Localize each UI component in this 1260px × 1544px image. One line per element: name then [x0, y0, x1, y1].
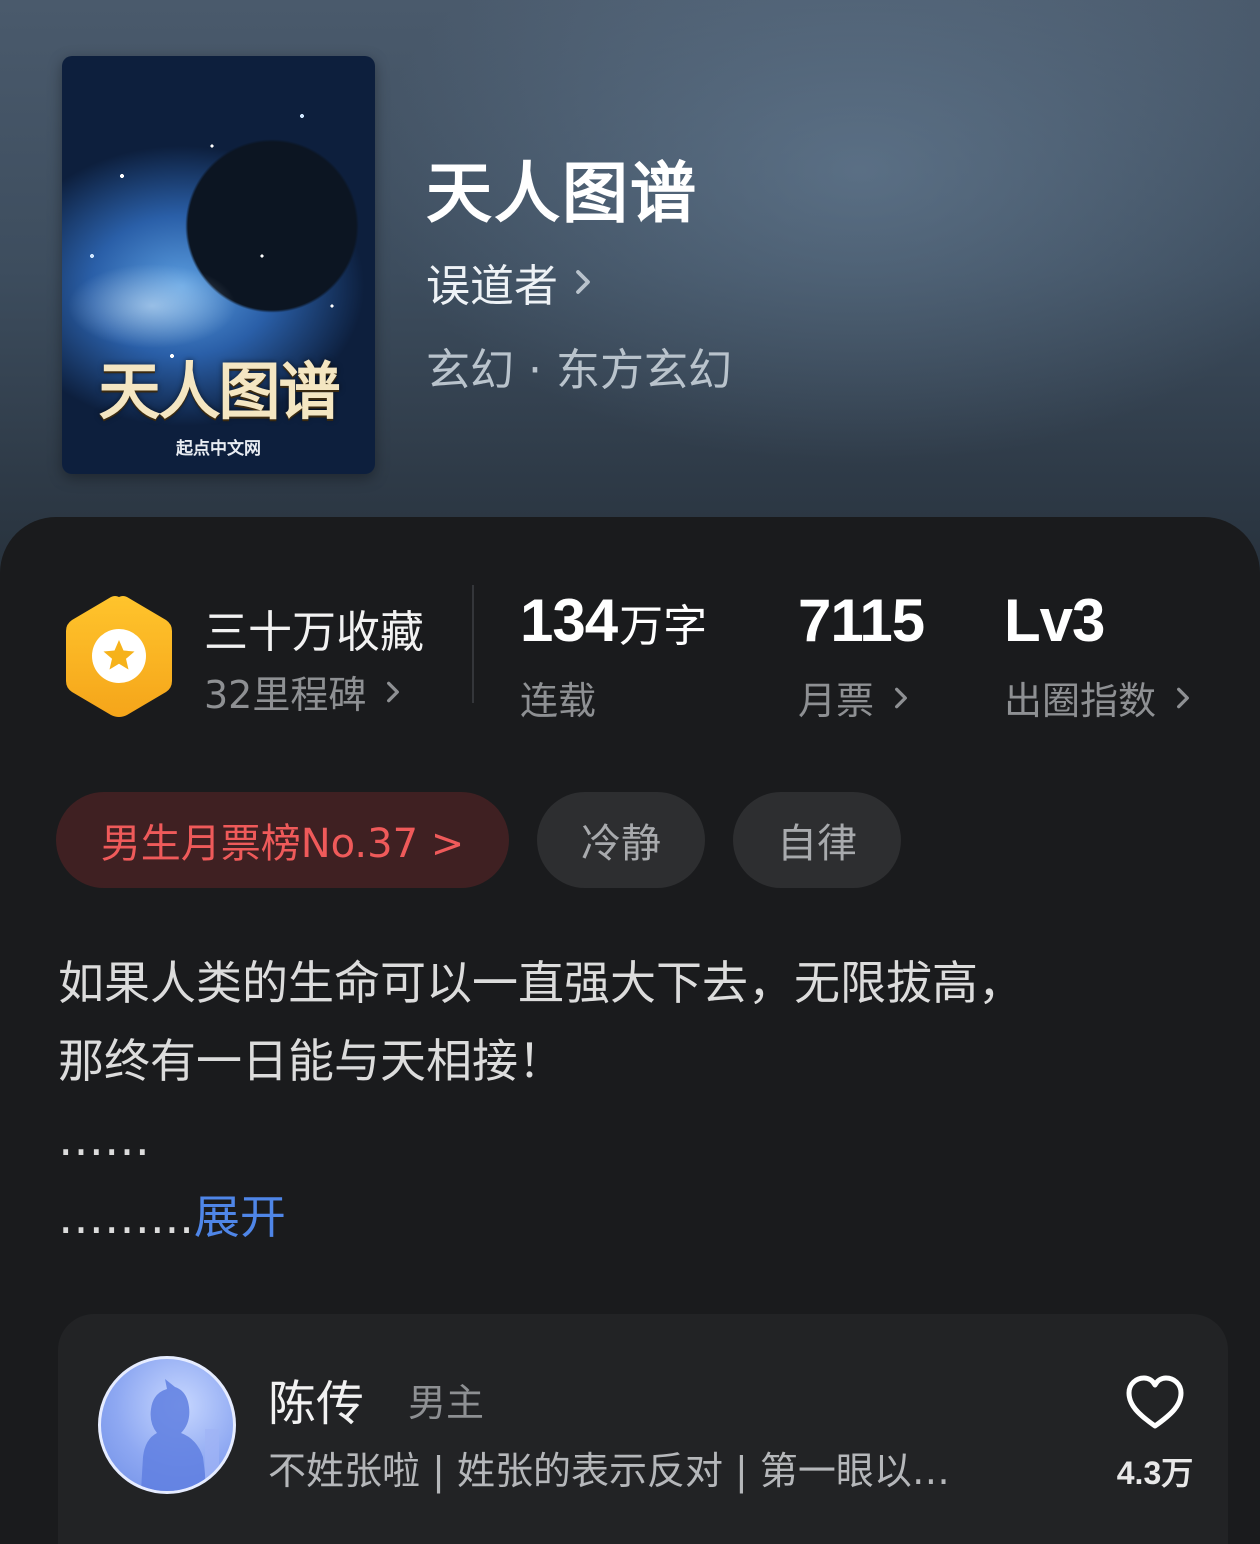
description-line: ……...展开	[58, 1178, 1218, 1256]
description-line: 那终有一日能与天相接！	[58, 1034, 564, 1088]
milestone-label: 32里程碑	[204, 673, 367, 717]
monthly-ticket-count: 7115	[798, 587, 925, 654]
chevron-right-icon	[387, 681, 400, 702]
character-silhouette-icon	[141, 1379, 219, 1491]
book-title: 天人图谱	[426, 154, 698, 232]
chevron-right-icon	[576, 270, 590, 294]
word-count: 134万字	[520, 586, 707, 655]
book-description: 如果人类的生命可以一直强大下去，无限拔高， 那终有一日能与天相接！ …… …….…	[58, 944, 1218, 1256]
description-line: 如果人类的生命可以一直强大下去，无限拔高，	[58, 956, 1024, 1010]
description-ellipsis: ……...	[58, 1190, 194, 1244]
genre-label: 玄幻 · 东方玄幻	[426, 345, 732, 396]
monthly-ticket-link[interactable]: 月票	[798, 670, 914, 725]
cover-title: 天人图谱	[98, 355, 340, 428]
collection-label[interactable]: 三十万收藏	[204, 596, 424, 660]
author-name: 误道者	[426, 261, 558, 312]
description-line: ……	[58, 1112, 150, 1166]
avatar[interactable]	[98, 1356, 236, 1494]
tag-disciplined[interactable]: 自律	[733, 792, 901, 888]
cover-brand: 起点中文网	[176, 439, 261, 459]
character-role: 男主	[408, 1381, 485, 1425]
influence-level: Lv3	[1004, 587, 1105, 654]
monthly-ticket-label: 月票	[798, 679, 875, 723]
author-link[interactable]: 误道者	[426, 252, 598, 312]
tag-calm[interactable]: 冷静	[537, 792, 705, 888]
book-cover[interactable]: 天人图谱 起点中文网	[62, 56, 375, 474]
chevron-right-icon	[1177, 687, 1189, 708]
influence-label: 出圈指数	[1004, 679, 1157, 723]
character-description: 不姓张啦 | 姓张的表示反对 | 第一眼以…	[268, 1449, 950, 1493]
star-hexagon-icon[interactable]	[62, 593, 176, 719]
character-name: 陈传	[268, 1376, 365, 1432]
stats-divider	[472, 585, 474, 703]
influence-link[interactable]: 出圈指数	[1004, 670, 1196, 725]
expand-link[interactable]: 展开	[194, 1190, 286, 1244]
word-count-unit: 万字	[619, 601, 708, 652]
word-count-value: 134	[520, 587, 618, 654]
chevron-right-icon	[895, 687, 907, 708]
like-count: 4.3万	[1116, 1455, 1194, 1491]
ranking-tag[interactable]: 男生月票榜No.37 >	[56, 792, 509, 888]
status-label: 连载	[520, 679, 597, 723]
heart-outline-icon[interactable]	[1124, 1374, 1186, 1430]
milestone-link[interactable]: 32里程碑	[204, 664, 406, 719]
